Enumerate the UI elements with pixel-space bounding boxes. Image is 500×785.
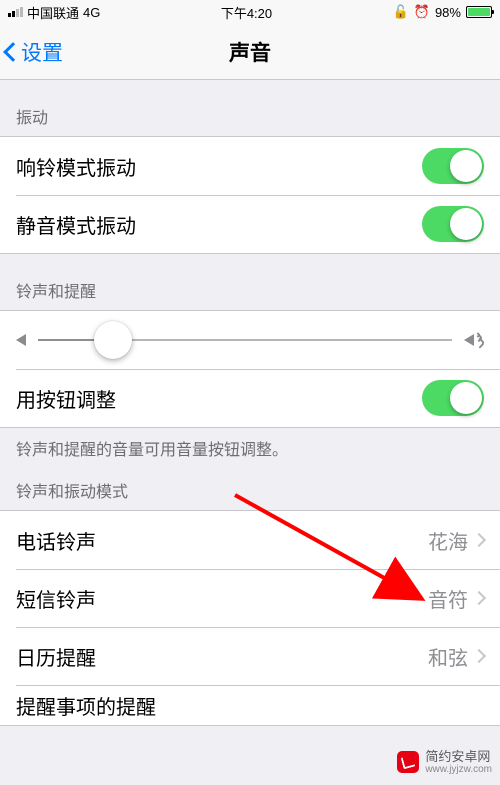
watermark-title: 简约安卓网 [425, 750, 492, 764]
reminder-label: 提醒事项的提醒 [16, 691, 156, 720]
section-footer-ringer: 铃声和提醒的音量可用音量按钮调整。 [0, 428, 500, 466]
section-header-vibrate: 振动 [0, 80, 500, 136]
battery-pct: 98% [435, 5, 461, 20]
volume-max-icon [464, 334, 484, 346]
status-right: 🔓 ⏰ 98% [393, 4, 492, 20]
back-button[interactable]: 设置 [6, 37, 63, 67]
volume-min-icon [16, 334, 26, 346]
change-with-buttons-switch[interactable] [422, 380, 484, 416]
carrier-label: 中国联通 [27, 3, 79, 22]
chevron-right-icon [472, 649, 486, 663]
chevron-left-icon [3, 42, 23, 62]
page-title: 声音 [229, 37, 271, 67]
change-with-buttons-label: 用按钮调整 [16, 384, 116, 413]
ring-vibrate-switch[interactable] [422, 148, 484, 184]
ringer-group: 用按钮调整 [0, 310, 500, 428]
ringtone-value: 花海 [428, 526, 468, 555]
section-header-patterns: 铃声和振动模式 [0, 466, 500, 510]
signal-icon [8, 7, 23, 17]
calendar-value: 和弦 [428, 642, 468, 671]
volume-slider-thumb[interactable] [94, 321, 132, 359]
vibrate-group: 响铃模式振动 静音模式振动 [0, 136, 500, 254]
chevron-right-icon [472, 533, 486, 547]
silent-vibrate-label: 静音模式振动 [16, 210, 136, 239]
texttone-value: 音符 [428, 584, 468, 613]
chevron-right-icon [472, 591, 486, 605]
back-label: 设置 [21, 37, 63, 67]
calendar-label: 日历提醒 [16, 642, 96, 671]
watermark-logo-icon [397, 751, 419, 773]
status-bar: 中国联通 4G 下午4:20 🔓 ⏰ 98% [0, 0, 500, 24]
watermark: 简约安卓网 www.jyjzw.com [397, 750, 492, 775]
calendar-row[interactable]: 日历提醒 和弦 [0, 627, 500, 685]
volume-slider[interactable] [38, 339, 452, 341]
battery-icon [466, 6, 492, 18]
texttone-row[interactable]: 短信铃声 音符 [0, 569, 500, 627]
ring-vibrate-row: 响铃模式振动 [0, 137, 500, 195]
lock-icon: 🔓 [393, 4, 409, 20]
texttone-label: 短信铃声 [16, 584, 96, 613]
silent-vibrate-switch[interactable] [422, 206, 484, 242]
nav-bar: 设置 声音 [0, 24, 500, 80]
volume-slider-row [0, 311, 500, 369]
ringtone-row[interactable]: 电话铃声 花海 [0, 511, 500, 569]
status-time: 下午4:20 [221, 3, 272, 22]
network-label: 4G [83, 5, 100, 20]
change-with-buttons-row: 用按钮调整 [0, 369, 500, 427]
status-left: 中国联通 4G [8, 3, 100, 22]
patterns-group: 电话铃声 花海 短信铃声 音符 日历提醒 和弦 提醒事项的提醒 [0, 510, 500, 726]
watermark-subtitle: www.jyjzw.com [425, 764, 492, 775]
ring-vibrate-label: 响铃模式振动 [16, 152, 136, 181]
ringtone-label: 电话铃声 [16, 526, 96, 555]
reminder-row[interactable]: 提醒事项的提醒 [0, 685, 500, 725]
section-header-ringer: 铃声和提醒 [0, 254, 500, 310]
alarm-icon: ⏰ [414, 4, 430, 20]
silent-vibrate-row: 静音模式振动 [0, 195, 500, 253]
